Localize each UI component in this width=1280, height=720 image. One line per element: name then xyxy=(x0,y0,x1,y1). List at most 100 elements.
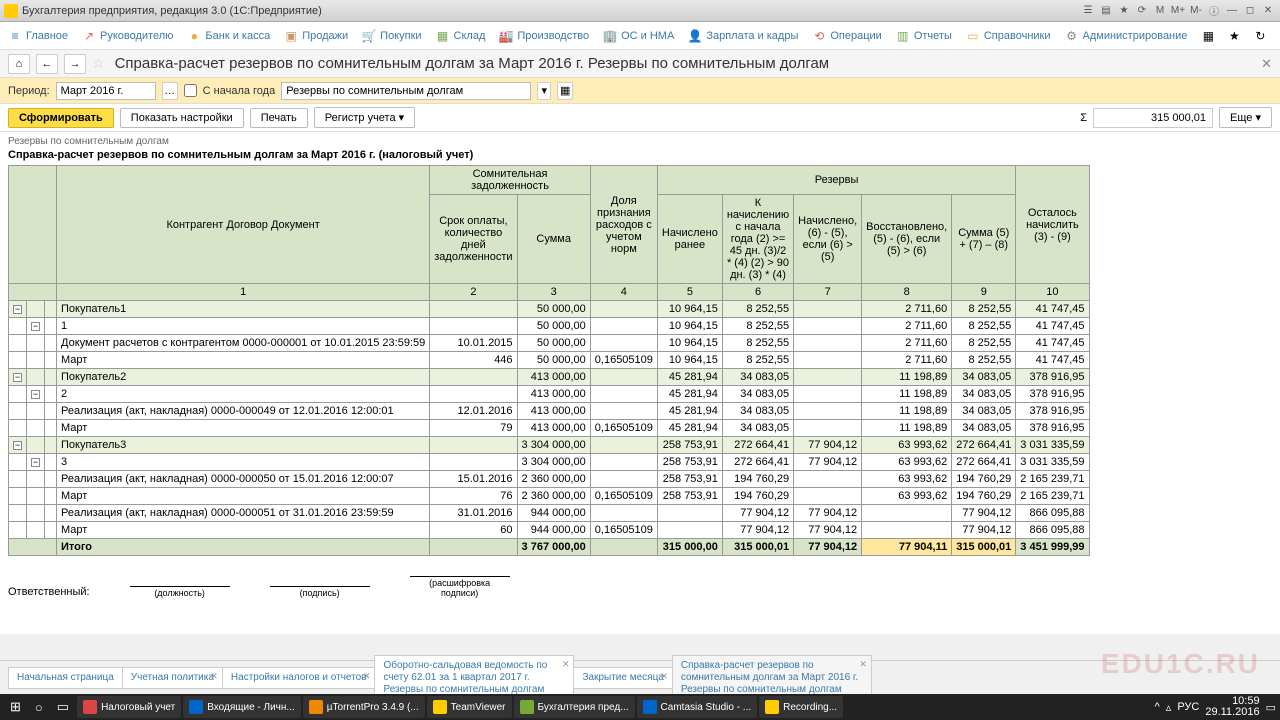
sys-icon[interactable]: ⓘ xyxy=(1206,4,1222,18)
sys-icon[interactable]: M xyxy=(1152,4,1168,18)
tree-toggle[interactable]: − xyxy=(13,373,22,382)
filter-bar: Период: … С начала года Резервы по сомни… xyxy=(0,78,1280,104)
sys-icon[interactable]: M+ xyxy=(1170,4,1186,18)
from-start-checkbox[interactable] xyxy=(184,84,197,97)
tree-toggle[interactable]: − xyxy=(13,305,22,314)
tray-lang[interactable]: РУС xyxy=(1177,701,1199,713)
history-icon[interactable]: ↻ xyxy=(1253,29,1267,43)
tab[interactable]: Настройки налогов и отчетов✕ xyxy=(222,667,376,689)
col-header: Сумма (5) + (7) – (8) xyxy=(952,195,1016,284)
search-taskbar-icon[interactable]: ○ xyxy=(29,696,49,718)
taskview-icon[interactable]: ▭ xyxy=(51,696,75,718)
tray-up-icon[interactable]: ^ xyxy=(1155,701,1160,713)
tab-close-icon[interactable]: ✕ xyxy=(859,658,867,670)
home-button[interactable]: ⌂ xyxy=(8,54,30,74)
table-row[interactable]: Реализация (акт, накладная) 0000-000049 … xyxy=(9,403,1090,420)
settings-small-button[interactable]: ▦ xyxy=(557,82,573,100)
forward-button[interactable]: → xyxy=(64,54,86,74)
taskbar-app[interactable]: Camtasia Studio - ... xyxy=(637,696,758,718)
table-row[interactable]: −2413 000,0045 281,9434 083,0511 198,893… xyxy=(9,386,1090,403)
table-row[interactable]: Март79413 000,000,1650510945 281,9434 08… xyxy=(9,420,1090,437)
reserve-type-select[interactable]: Резервы по сомнительным долгам xyxy=(281,82,531,100)
table-row[interactable]: Документ расчетов с контрагентом 0000-00… xyxy=(9,335,1090,352)
table-row[interactable]: Март60944 000,000,1650510977 904,1277 90… xyxy=(9,522,1090,539)
sys-icon[interactable]: ▤ xyxy=(1098,4,1114,18)
menu-production[interactable]: 🏭Производство xyxy=(499,29,589,43)
minimize-icon[interactable]: — xyxy=(1224,4,1240,18)
taskbar-app[interactable]: µTorrentPro 3.4.9 (... xyxy=(303,696,425,718)
menu-reports[interactable]: ▥Отчеты xyxy=(896,29,952,43)
tab[interactable]: Закрытие месяца✕ xyxy=(573,667,672,689)
taskbar-app[interactable]: TeamViewer xyxy=(427,696,512,718)
menu-purchases[interactable]: 🛒Покупки xyxy=(362,29,421,43)
titlebar: Бухгалтерия предприятия, редакция 3.0 (1… xyxy=(0,0,1280,22)
sys-icon[interactable]: ★ xyxy=(1116,4,1132,18)
table-row[interactable]: −Покупатель150 000,0010 964,158 252,552 … xyxy=(9,301,1090,318)
table-row[interactable]: −33 304 000,00258 753,91272 664,4177 904… xyxy=(9,454,1090,471)
menu-warehouse[interactable]: ▦Склад xyxy=(436,29,486,43)
period-input[interactable] xyxy=(56,82,156,100)
col-number: 4 xyxy=(590,284,657,301)
tree-column xyxy=(9,166,57,284)
menu-manager[interactable]: ↗Руководителю xyxy=(82,29,173,43)
back-button[interactable]: ← xyxy=(36,54,58,74)
tab-close-icon[interactable]: ✕ xyxy=(210,670,218,682)
period-label: Период: xyxy=(8,85,50,97)
menu-main[interactable]: ≡Главное xyxy=(8,29,68,43)
col-number: 10 xyxy=(1016,284,1089,301)
close-page-button[interactable]: ✕ xyxy=(1261,56,1272,72)
tray-net-icon[interactable]: ▵ xyxy=(1166,701,1172,714)
table-row[interactable]: Март44650 000,000,1650510910 964,158 252… xyxy=(9,352,1090,369)
menu-salary[interactable]: 👤Зарплата и кадры xyxy=(688,29,798,43)
warehouse-icon: ▦ xyxy=(436,29,450,43)
menu-operations[interactable]: ⟲Операции xyxy=(812,29,881,43)
grid-icon[interactable]: ▦ xyxy=(1201,29,1215,43)
report-icon: ▥ xyxy=(896,29,910,43)
sys-icon[interactable]: ⟳ xyxy=(1134,4,1150,18)
more-button[interactable]: Еще ▾ xyxy=(1219,107,1272,128)
toolbar: Сформировать Показать настройки Печать Р… xyxy=(0,104,1280,132)
col-header: Восстановлено, (5) - (6), если (5) > (6) xyxy=(862,195,952,284)
menu-sales[interactable]: ▣Продажи xyxy=(284,29,348,43)
menu-admin[interactable]: ⚙Администрирование xyxy=(1065,29,1188,43)
table-row[interactable]: −Покупатель2413 000,0045 281,9434 083,05… xyxy=(9,369,1090,386)
col-header: Осталось начислить (3) - (9) xyxy=(1016,166,1089,284)
responsible-label: Ответственный: xyxy=(8,586,90,598)
show-settings-button[interactable]: Показать настройки xyxy=(120,108,244,128)
table-row[interactable]: −Покупатель33 304 000,00258 753,91272 66… xyxy=(9,437,1090,454)
sys-icon[interactable]: M- xyxy=(1188,4,1204,18)
register-button[interactable]: Регистр учета ▾ xyxy=(314,107,415,128)
tab[interactable]: Учетная политика✕ xyxy=(122,667,223,689)
menu-assets[interactable]: 🏢ОС и НМА xyxy=(603,29,674,43)
favorite-icon[interactable]: ☆ xyxy=(92,55,105,72)
generate-button[interactable]: Сформировать xyxy=(8,108,114,128)
start-button[interactable]: ⊞ xyxy=(4,696,27,718)
table-row[interactable]: Реализация (акт, накладная) 0000-000051 … xyxy=(9,505,1090,522)
close-icon[interactable]: ✕ xyxy=(1260,4,1276,18)
taskbar-app[interactable]: Бухгалтерия пред... xyxy=(514,696,635,718)
sum-field[interactable] xyxy=(1093,108,1213,128)
star-icon[interactable]: ★ xyxy=(1227,29,1241,43)
print-button[interactable]: Печать xyxy=(250,108,308,128)
maximize-icon[interactable]: ◻ xyxy=(1242,4,1258,18)
table-row[interactable]: Реализация (акт, накладная) 0000-000050 … xyxy=(9,471,1090,488)
tab-close-icon[interactable]: ✕ xyxy=(562,658,570,670)
menu-bank[interactable]: ●Банк и касса xyxy=(187,29,270,43)
tab-close-icon[interactable]: ✕ xyxy=(363,670,371,682)
table-row[interactable]: Март762 360 000,000,16505109258 753,9119… xyxy=(9,488,1090,505)
box-icon: ▣ xyxy=(284,29,298,43)
sys-icon[interactable]: ☰ xyxy=(1080,4,1096,18)
tray-notif-icon[interactable]: ▭ xyxy=(1266,701,1276,714)
dropdown-toggle[interactable]: ▾ xyxy=(537,82,551,100)
tab-close-icon[interactable]: ✕ xyxy=(660,670,668,682)
app-icon xyxy=(4,4,18,18)
tree-toggle[interactable]: − xyxy=(13,441,22,450)
taskbar-app[interactable]: Recording... xyxy=(759,696,843,718)
taskbar-app[interactable]: Налоговый учет xyxy=(77,696,181,718)
col-number: 1 xyxy=(57,284,430,301)
tab[interactable]: Начальная страница xyxy=(8,667,123,689)
period-picker-button[interactable]: … xyxy=(162,82,178,100)
table-row[interactable]: −150 000,0010 964,158 252,552 711,608 25… xyxy=(9,318,1090,335)
taskbar-app[interactable]: Входящие - Личн... xyxy=(183,696,301,718)
menu-refs[interactable]: ▭Справочники xyxy=(966,29,1051,43)
